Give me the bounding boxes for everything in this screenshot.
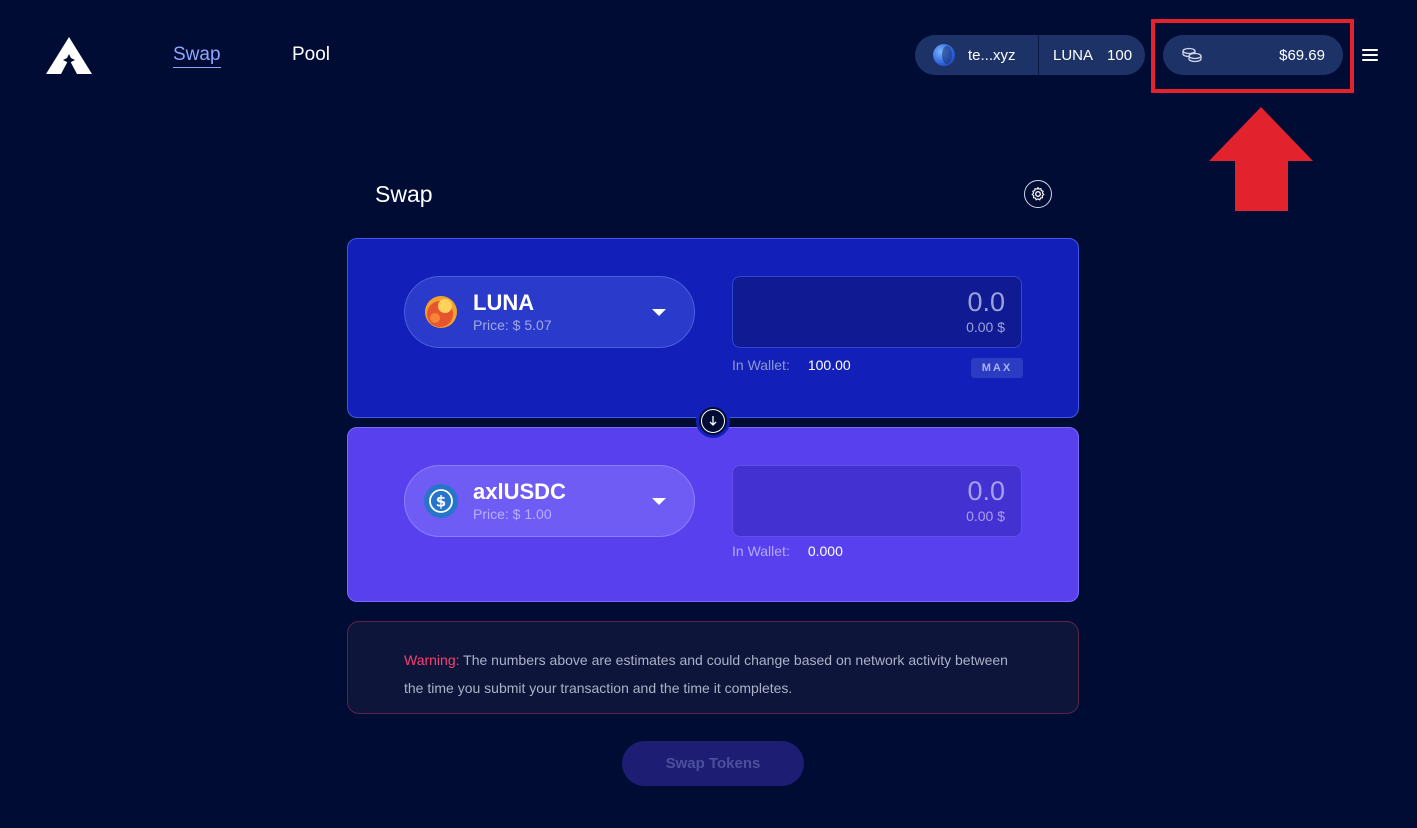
to-token-symbol: axlUSDC: [473, 479, 566, 504]
from-amount-usd: 0.00 $: [966, 319, 1005, 335]
to-amount-value: 0.0: [967, 476, 1005, 506]
max-button[interactable]: MAX: [971, 358, 1023, 378]
arrow-down-icon: [701, 409, 725, 433]
to-amount-input[interactable]: 0.0 0.00 $: [732, 465, 1022, 537]
swap-tokens-button[interactable]: Swap Tokens: [622, 741, 804, 786]
swap-direction-button[interactable]: [696, 404, 730, 438]
from-wallet-value: 100.00: [807, 357, 851, 373]
usdc-token-icon: $: [424, 484, 458, 518]
warning-notice: Warning: The numbers above are estimates…: [347, 621, 1079, 714]
svg-text:$: $: [436, 493, 446, 511]
to-token-price: Price: $ 1.00: [473, 506, 552, 522]
hamburger-menu-icon[interactable]: [1362, 49, 1378, 63]
to-wallet-value: 0.000: [807, 543, 843, 559]
page-title: Swap: [375, 181, 433, 207]
red-arrow-up-icon: [1209, 107, 1313, 211]
wallet-connected-pill[interactable]: te...xyz LUNA 100: [915, 35, 1145, 75]
wallet-balance: LUNA 100: [1039, 47, 1132, 64]
wallet-balance-amount: 100: [1107, 46, 1133, 64]
nav-pool[interactable]: Pool: [292, 44, 330, 66]
to-amount-usd: 0.00 $: [966, 508, 1005, 524]
terra-station-icon: [933, 44, 955, 66]
from-amount-value: 0.0: [967, 287, 1005, 317]
wallet-address: te...xyz: [968, 46, 1016, 64]
gear-icon: [1031, 186, 1045, 201]
from-token-select[interactable]: LUNA Price: $ 5.07: [404, 276, 695, 348]
portfolio-value-button[interactable]: $69.69: [1163, 35, 1343, 75]
warning-label: Warning:: [404, 652, 460, 668]
swap-from-card: LUNA Price: $ 5.07 0.0 0.00 $ In Wallet:…: [347, 238, 1079, 418]
nav-swap[interactable]: Swap: [173, 44, 221, 68]
app-logo[interactable]: [46, 37, 92, 74]
wallet-address-button[interactable]: te...xyz: [915, 35, 1038, 75]
portfolio-value: $69.69: [1279, 46, 1325, 64]
coins-icon: [1182, 47, 1202, 63]
from-amount-input[interactable]: 0.0 0.00 $: [732, 276, 1022, 348]
luna-token-icon: [425, 296, 457, 328]
from-wallet-label: In Wallet:: [732, 357, 790, 373]
warning-text: The numbers above are estimates and coul…: [404, 652, 1008, 696]
chevron-down-icon: [652, 309, 666, 316]
to-wallet-balance: In Wallet: 0.000: [732, 543, 843, 559]
swap-to-card: $ axlUSDC Price: $ 1.00 0.0 0.00 $ In Wa…: [347, 427, 1079, 602]
from-token-symbol: LUNA: [473, 290, 535, 315]
to-token-select[interactable]: $ axlUSDC Price: $ 1.00: [404, 465, 695, 537]
chevron-down-icon: [652, 498, 666, 505]
from-wallet-balance: In Wallet: 100.00: [732, 357, 851, 373]
settings-button[interactable]: [1024, 180, 1052, 208]
to-wallet-label: In Wallet:: [732, 543, 790, 559]
wallet-balance-token: LUNA: [1053, 46, 1094, 64]
from-token-price: Price: $ 5.07: [473, 317, 552, 333]
